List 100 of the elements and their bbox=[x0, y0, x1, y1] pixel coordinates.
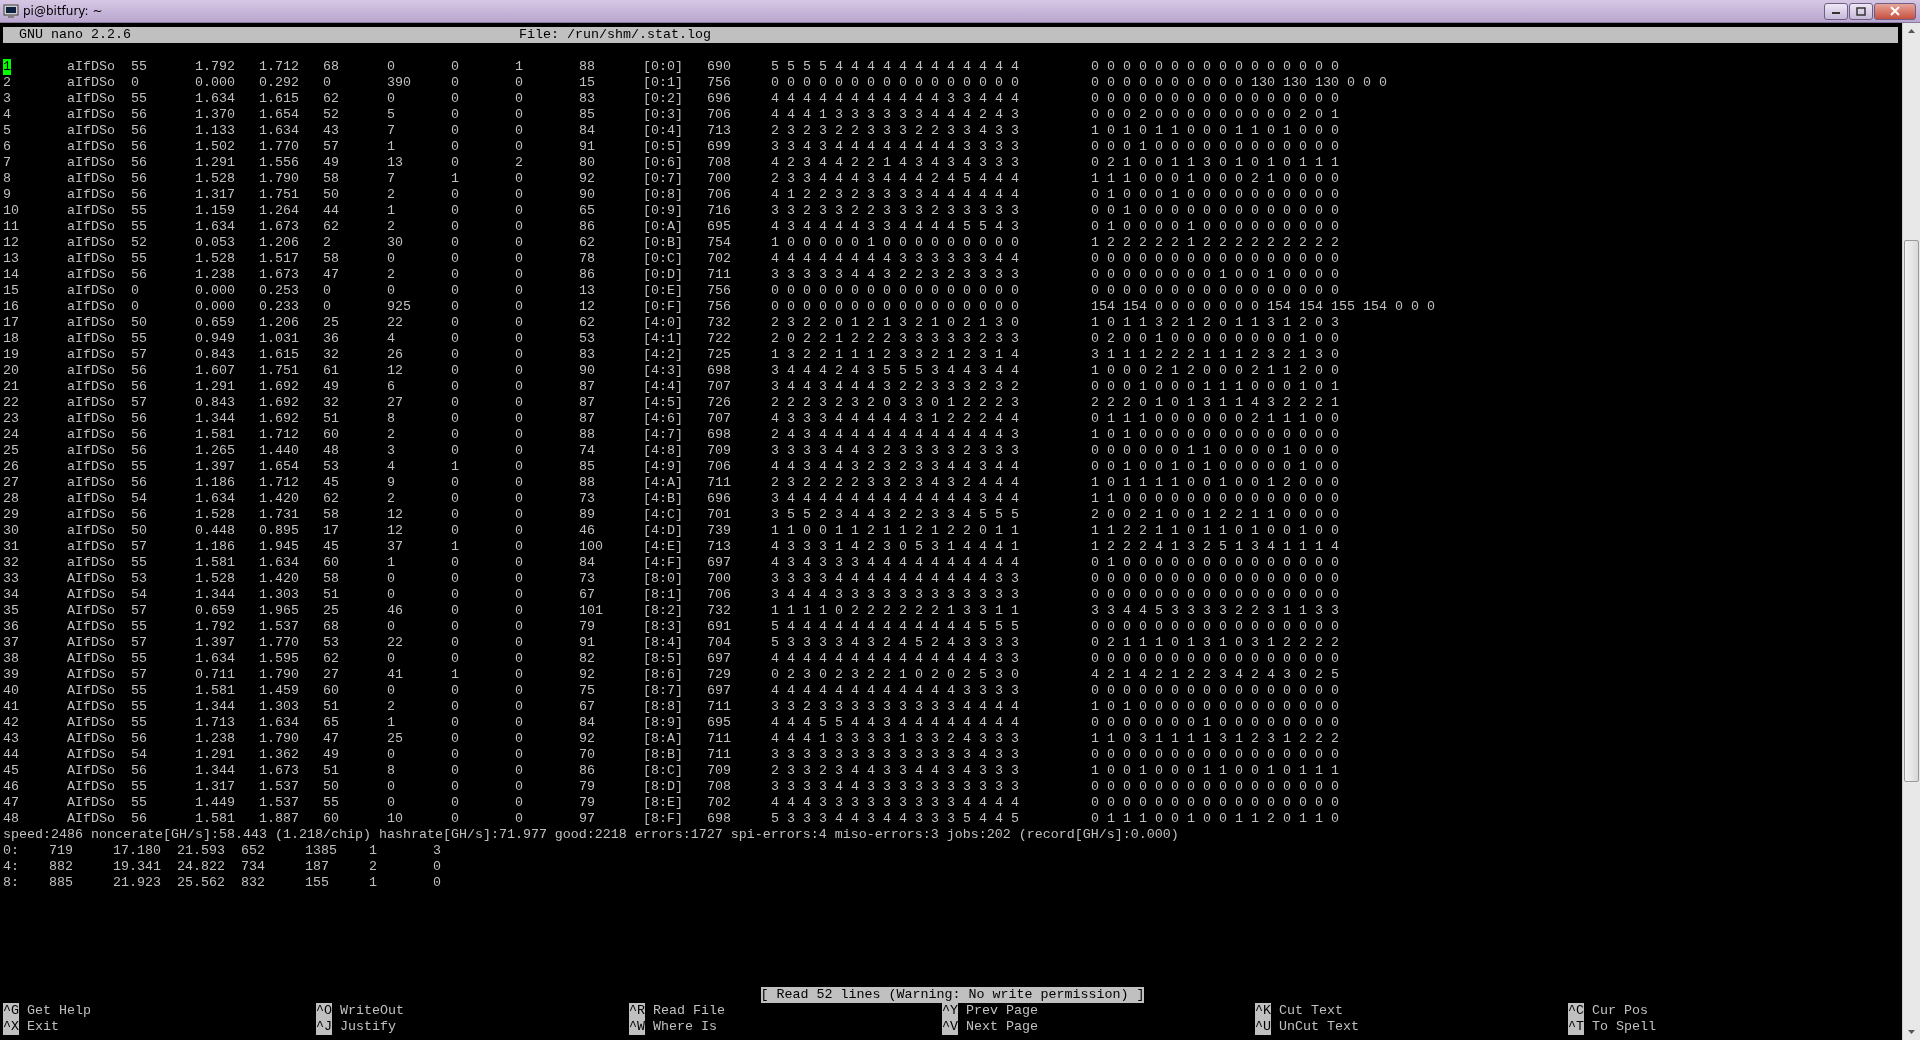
table-cell: 0 bbox=[515, 667, 523, 683]
table-cell: 55 bbox=[131, 331, 147, 347]
table-cell: 4 4 4 1 3 3 3 3 1 3 3 2 4 3 3 3 bbox=[771, 731, 1019, 747]
table-cell: [0:8] bbox=[643, 187, 683, 203]
table-cell: 84 bbox=[579, 555, 595, 571]
table-cell: 37 bbox=[3, 635, 19, 651]
editor-version: GNU nano 2.2.6 bbox=[18, 27, 132, 43]
table-cell: [4:B] bbox=[643, 491, 683, 507]
table-cell: 756 bbox=[707, 299, 731, 315]
table-cell: 0 bbox=[451, 315, 459, 331]
table-cell: 21 bbox=[3, 379, 19, 395]
scrollbar[interactable] bbox=[1902, 23, 1920, 1040]
table-cell: 701 bbox=[707, 507, 731, 523]
table-cell: 18 bbox=[3, 331, 19, 347]
table-cell: 0 0 1 0 0 1 0 1 0 0 0 0 0 1 0 0 bbox=[1091, 459, 1339, 475]
shortcut-key: ^O bbox=[316, 1003, 332, 1019]
table-cell: 54 bbox=[131, 491, 147, 507]
table-cell: 55 bbox=[131, 715, 147, 731]
table-cell: 0 bbox=[451, 331, 459, 347]
table-cell: 0 bbox=[515, 315, 523, 331]
table-cell: 58 bbox=[323, 171, 339, 187]
table-cell: 53 bbox=[131, 571, 147, 587]
table-cell: 0 bbox=[515, 91, 523, 107]
table-cell: 15 bbox=[579, 75, 595, 91]
shortcut-key: ^Y bbox=[942, 1003, 958, 1019]
table-cell: 0 bbox=[451, 475, 459, 491]
table-cell: 0 bbox=[515, 795, 523, 811]
table-cell: 32 bbox=[323, 347, 339, 363]
table-cell: 58 bbox=[323, 507, 339, 523]
table-cell: 1.607 bbox=[195, 363, 235, 379]
table-cell: 55 bbox=[131, 795, 147, 811]
table-cell: 0 0 0 0 0 0 0 0 0 0 0 0 0 0 0 0 bbox=[1091, 587, 1339, 603]
table-cell: 0 bbox=[323, 299, 331, 315]
close-button[interactable] bbox=[1874, 2, 1916, 20]
table-cell: 0 0 0 0 0 0 0 0 0 0 0 0 0 0 0 0 bbox=[1091, 251, 1339, 267]
table-cell: [0:F] bbox=[643, 299, 683, 315]
table-cell: 1.751 bbox=[259, 363, 299, 379]
table-cell: 51 bbox=[323, 587, 339, 603]
table-cell: 652 bbox=[241, 843, 265, 859]
table-cell: 86 bbox=[579, 763, 595, 779]
table-cell: 61 bbox=[323, 363, 339, 379]
table-cell: 0 bbox=[515, 267, 523, 283]
table-cell: 0 bbox=[451, 123, 459, 139]
table-cell: 0 0 0 0 0 0 0 0 0 0 0 0 0 0 0 0 bbox=[1091, 779, 1339, 795]
table-cell: 702 bbox=[707, 251, 731, 267]
table-cell: 1.397 bbox=[195, 459, 235, 475]
table-cell: 691 bbox=[707, 619, 731, 635]
table-cell: 79 bbox=[579, 795, 595, 811]
minimize-button[interactable] bbox=[1824, 2, 1848, 20]
table-cell: 36 bbox=[3, 619, 19, 635]
table-cell: aIfDSo bbox=[67, 427, 115, 443]
table-cell: 60 bbox=[323, 811, 339, 827]
shortcut-label: Justify bbox=[340, 1019, 396, 1035]
table-cell: 0 0 0 0 0 0 0 0 0 0 0 0 0 0 0 0 bbox=[1091, 795, 1339, 811]
table-cell: 0 bbox=[515, 123, 523, 139]
table-cell: 57 bbox=[131, 395, 147, 411]
table-cell: 739 bbox=[707, 523, 731, 539]
table-cell: 62 bbox=[579, 235, 595, 251]
table-cell: 3 bbox=[3, 91, 11, 107]
table-cell: 702 bbox=[707, 795, 731, 811]
scroll-thumb[interactable] bbox=[1904, 240, 1919, 782]
table-cell: 0.292 bbox=[259, 75, 299, 91]
table-cell: 700 bbox=[707, 571, 731, 587]
table-cell: 32 bbox=[323, 395, 339, 411]
table-cell: 698 bbox=[707, 363, 731, 379]
table-cell: 0 bbox=[451, 75, 459, 91]
table-cell: 55 bbox=[323, 795, 339, 811]
table-cell: 4 4 4 5 5 4 4 3 4 4 4 4 4 4 4 4 bbox=[771, 715, 1019, 731]
table-cell: 695 bbox=[707, 219, 731, 235]
table-cell: 55 bbox=[131, 459, 147, 475]
table-cell: 696 bbox=[707, 91, 731, 107]
table-cell: 1.790 bbox=[259, 171, 299, 187]
table-cell: 47 bbox=[323, 267, 339, 283]
table-cell: 5 4 4 4 4 4 4 4 4 4 4 4 4 5 5 5 bbox=[771, 619, 1019, 635]
table-cell: 0 0 0 2 0 0 0 0 0 0 0 0 0 2 0 1 bbox=[1091, 107, 1339, 123]
table-cell: 0 bbox=[451, 411, 459, 427]
table-cell: 57 bbox=[131, 635, 147, 651]
table-cell: 3 3 2 3 3 2 2 3 3 3 2 3 3 3 3 3 bbox=[771, 203, 1019, 219]
table-cell: 0 bbox=[515, 587, 523, 603]
table-cell: 21.923 bbox=[113, 875, 161, 891]
table-cell: 21.593 bbox=[177, 843, 225, 859]
table-cell: 60 bbox=[323, 427, 339, 443]
table-cell: [8:2] bbox=[643, 603, 683, 619]
table-cell: 2 bbox=[3, 75, 11, 91]
table-cell: 1.303 bbox=[259, 699, 299, 715]
maximize-button[interactable] bbox=[1849, 2, 1873, 20]
table-cell: 25 bbox=[323, 315, 339, 331]
table-cell: aIfDSo bbox=[67, 395, 115, 411]
table-cell: 1.133 bbox=[195, 123, 235, 139]
table-cell: [0:A] bbox=[643, 219, 683, 235]
table-cell: 1 bbox=[387, 139, 395, 155]
table-cell: 0 bbox=[433, 859, 441, 875]
table-cell: [0:C] bbox=[643, 251, 683, 267]
table-cell: 0 bbox=[451, 651, 459, 667]
table-cell: 0 bbox=[451, 779, 459, 795]
table-cell: 0 0 0 0 0 0 0 0 0 0 130 130 130 0 0 0 bbox=[1091, 75, 1387, 91]
table-cell: 0 0 0 1 0 0 0 1 1 1 0 0 0 1 0 1 bbox=[1091, 379, 1339, 395]
table-cell: 0 bbox=[515, 555, 523, 571]
table-cell: 56 bbox=[131, 123, 147, 139]
table-cell: 67 bbox=[579, 587, 595, 603]
